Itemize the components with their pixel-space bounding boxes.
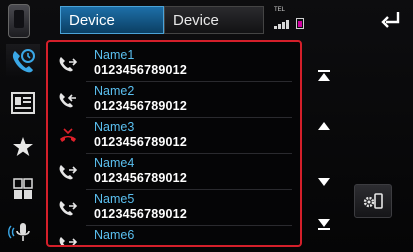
phone-number: 0123456789012 [94, 207, 187, 221]
contact-name: Name6 [94, 228, 135, 242]
phone-status-indicator: TEL [274, 7, 314, 31]
sidebar-item-voice-recognition[interactable] [6, 216, 40, 250]
tab-device-name2[interactable]: Device name2 [164, 6, 264, 57]
phone-call-history-screen: Device name1 Device name2 TEL [0, 0, 413, 252]
back-button[interactable] [378, 10, 404, 32]
phone-number: 0123456789012 [94, 63, 187, 77]
phone-settings-button[interactable] [354, 184, 392, 218]
dial-pad-icon [13, 178, 33, 199]
battery-icon [296, 18, 304, 29]
scroll-down-button[interactable] [312, 170, 336, 194]
phone-device-icon [8, 4, 30, 38]
list-item[interactable]: Name6 [52, 226, 296, 245]
missed-call-icon [60, 128, 76, 142]
scroll-bottom-icon [318, 219, 330, 230]
back-arrow-icon [381, 12, 400, 28]
contact-name: Name4 [94, 156, 135, 170]
phone-number: 0123456789012 [94, 135, 187, 149]
list-item[interactable]: Name5 0123456789012 [52, 190, 296, 226]
contact-name: Name2 [94, 84, 135, 98]
list-item[interactable]: Name1 0123456789012 [52, 46, 296, 82]
phone-number: 0123456789012 [94, 99, 187, 113]
scroll-bottom-button[interactable] [312, 212, 336, 236]
incoming-call-icon [59, 93, 76, 108]
phone-settings-icon [363, 193, 383, 209]
contact-name: Name5 [94, 192, 135, 206]
voice-recognition-icon [8, 223, 30, 241]
outgoing-call-icon [59, 201, 78, 216]
outgoing-call-icon [59, 57, 78, 72]
signal-strength-icon [274, 17, 292, 29]
top-bar: Device name1 Device name2 TEL [0, 0, 413, 57]
contact-name: Name3 [94, 120, 135, 134]
favorite-star-icon [13, 137, 33, 156]
phone-number: 0123456789012 [94, 171, 187, 185]
scroll-top-icon [318, 70, 330, 81]
contact-name: Name1 [94, 48, 135, 62]
scroll-up-icon [318, 122, 330, 130]
list-item[interactable]: Name3 0123456789012 [52, 118, 296, 154]
call-history-icon [12, 49, 35, 73]
scroll-up-button[interactable] [312, 114, 336, 138]
tel-label: TEL [274, 7, 286, 13]
sidebar-item-favorites[interactable] [6, 130, 40, 164]
outgoing-call-icon [59, 237, 78, 245]
list-item[interactable]: Name2 0123456789012 [52, 82, 296, 118]
sidebar-item-dial-pad[interactable] [6, 172, 40, 206]
sidebar-item-call-history[interactable] [6, 44, 40, 78]
sidebar [0, 40, 44, 252]
scroll-top-button[interactable] [312, 64, 336, 88]
scroll-controls [304, 40, 344, 252]
sidebar-item-phonebook[interactable] [6, 86, 40, 120]
list-item[interactable]: Name4 0123456789012 [52, 154, 296, 190]
outgoing-call-icon [59, 165, 78, 180]
scroll-down-icon [318, 178, 330, 186]
phonebook-icon [11, 92, 35, 114]
call-history-list[interactable]: Name1 0123456789012 Name2 0123456789012 … [46, 40, 302, 247]
tab-device-name1[interactable]: Device name1 [60, 6, 164, 57]
